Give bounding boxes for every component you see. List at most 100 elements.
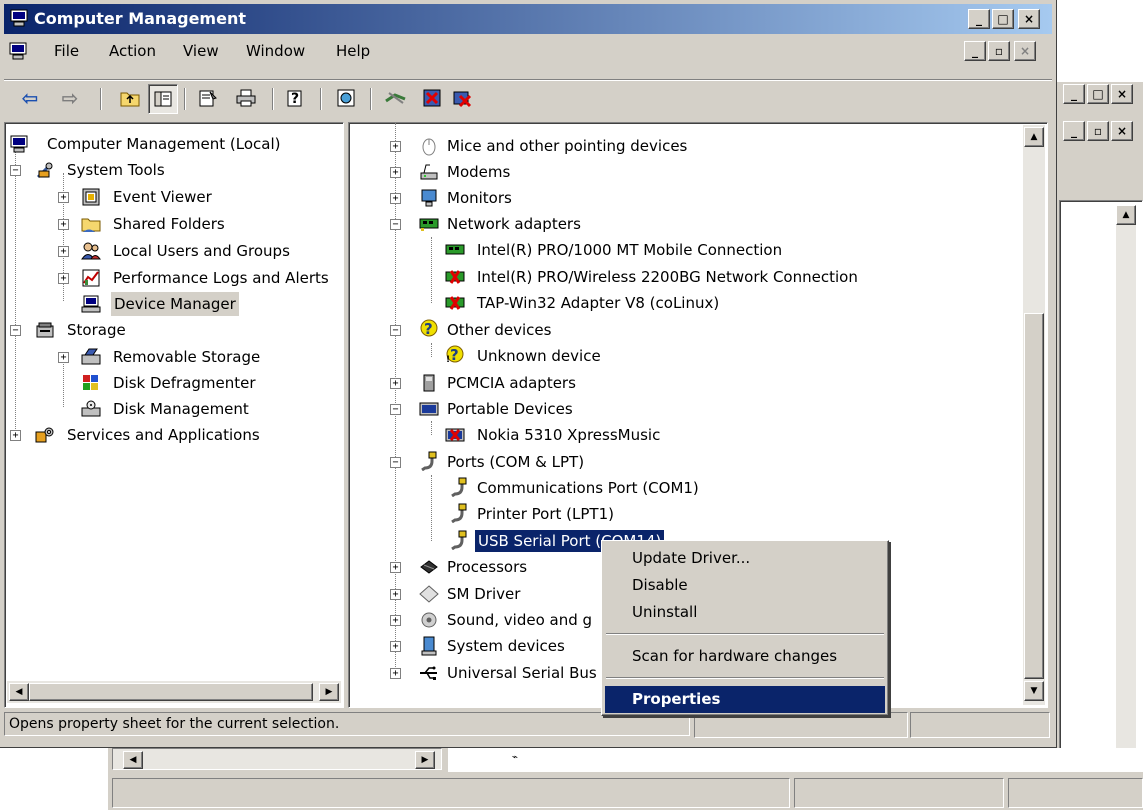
mdi-restore-button[interactable]: ▫ bbox=[988, 41, 1010, 61]
expand-toggle[interactable]: + bbox=[390, 378, 401, 389]
expand-toggle[interactable]: + bbox=[58, 246, 69, 257]
processor-icon bbox=[419, 557, 439, 577]
scroll-thumb[interactable] bbox=[29, 683, 313, 701]
menu-disable[interactable]: Disable bbox=[605, 572, 885, 599]
menu-help[interactable]: Help bbox=[334, 37, 372, 65]
svg-text:?: ? bbox=[291, 91, 299, 107]
mdi-close-button[interactable]: × bbox=[1014, 41, 1036, 61]
collapse-toggle[interactable]: − bbox=[10, 325, 21, 336]
bg-hscroll-right-button[interactable]: ▶ bbox=[415, 751, 435, 769]
scroll-down-button[interactable]: ▼ bbox=[1024, 681, 1044, 701]
bg-scroll-up-button[interactable]: ▲ bbox=[1116, 205, 1136, 225]
show-hide-tree-icon[interactable] bbox=[148, 84, 178, 114]
menu-file[interactable]: File bbox=[52, 37, 81, 65]
bg-mdi-restore-button[interactable]: ▫ bbox=[1087, 121, 1109, 141]
menu-update-driver[interactable]: Update Driver... bbox=[605, 545, 885, 572]
bg-list-pane: ▲ bbox=[1059, 200, 1143, 780]
port-icon bbox=[449, 503, 469, 523]
device-label: Printer Port (LPT1) bbox=[477, 505, 614, 523]
expand-toggle[interactable]: + bbox=[390, 141, 401, 152]
expand-toggle[interactable]: + bbox=[390, 668, 401, 679]
close-button[interactable]: × bbox=[1018, 9, 1040, 29]
bg-status-seg-1 bbox=[112, 778, 790, 808]
disable-icon[interactable] bbox=[418, 84, 446, 112]
expand-toggle[interactable]: + bbox=[58, 192, 69, 203]
tree-line bbox=[431, 237, 433, 303]
minimize-button[interactable]: _ bbox=[968, 9, 990, 29]
network-card-icon bbox=[445, 240, 465, 260]
tree-hscrollbar[interactable]: ◀ ▶ bbox=[7, 681, 341, 703]
device-label: Mice and other pointing devices bbox=[447, 137, 688, 155]
bg-status-seg-2 bbox=[794, 778, 1004, 808]
help-icon[interactable]: ? bbox=[282, 84, 310, 112]
menu-properties[interactable]: Properties bbox=[605, 686, 885, 713]
scroll-thumb[interactable] bbox=[1024, 313, 1044, 679]
expand-toggle[interactable]: + bbox=[58, 273, 69, 284]
collapse-toggle[interactable]: − bbox=[390, 457, 401, 468]
print-icon[interactable] bbox=[232, 84, 260, 112]
scroll-left-button[interactable]: ◀ bbox=[9, 683, 29, 701]
collapse-toggle[interactable]: − bbox=[10, 165, 21, 176]
bg-hscroll-left-button[interactable]: ◀ bbox=[123, 751, 143, 769]
menu-uninstall[interactable]: Uninstall bbox=[605, 599, 885, 626]
monitor-icon bbox=[419, 188, 439, 208]
device-label: Universal Serial Bus bbox=[447, 664, 597, 682]
usb-icon bbox=[419, 663, 439, 683]
collapse-toggle[interactable]: − bbox=[390, 404, 401, 415]
up-icon[interactable] bbox=[116, 84, 144, 112]
expand-toggle[interactable]: + bbox=[58, 219, 69, 230]
unknown-device-icon: ? bbox=[419, 318, 439, 338]
expand-toggle[interactable]: + bbox=[58, 352, 69, 363]
menu-scan[interactable]: Scan for hardware changes bbox=[605, 643, 885, 670]
mdi-minimize-button[interactable]: _ bbox=[964, 41, 986, 61]
sound-icon bbox=[419, 610, 439, 630]
tree-label: Computer Management (Local) bbox=[47, 135, 281, 153]
device-label: SM Driver bbox=[447, 585, 521, 603]
bg-minimize-button[interactable]: _ bbox=[1063, 84, 1085, 104]
menu-view[interactable]: View bbox=[181, 37, 221, 65]
tree-line bbox=[431, 343, 433, 357]
tree-line bbox=[63, 357, 65, 407]
uninstall-icon[interactable] bbox=[448, 84, 476, 112]
bg-scroll-track[interactable] bbox=[1116, 225, 1136, 765]
bg-close-button[interactable]: × bbox=[1111, 84, 1133, 104]
back-icon[interactable]: ⇦ bbox=[16, 84, 44, 112]
device-label: Portable Devices bbox=[447, 400, 573, 418]
computer-icon bbox=[9, 134, 29, 154]
scroll-up-button[interactable]: ▲ bbox=[1024, 127, 1044, 147]
storage-icon bbox=[35, 320, 55, 340]
expand-toggle[interactable]: + bbox=[390, 193, 401, 204]
bg-mdi-minimize-button[interactable]: _ bbox=[1063, 121, 1085, 141]
expand-toggle[interactable]: + bbox=[10, 430, 21, 441]
menu-divider bbox=[4, 79, 1052, 81]
tree-label: Removable Storage bbox=[113, 348, 261, 366]
pcmcia-icon bbox=[419, 373, 439, 393]
device-vscrollbar[interactable]: ▲ ▼ bbox=[1023, 125, 1045, 705]
svg-text:?: ? bbox=[450, 346, 459, 364]
collapse-toggle[interactable]: − bbox=[390, 219, 401, 230]
toolbar-separator bbox=[320, 88, 322, 110]
properties-icon[interactable] bbox=[194, 84, 222, 112]
collapse-toggle[interactable]: − bbox=[390, 325, 401, 336]
forward-icon[interactable]: ⇨ bbox=[56, 84, 84, 112]
expand-toggle[interactable]: + bbox=[390, 615, 401, 626]
menu-window[interactable]: Window bbox=[244, 37, 307, 65]
bg-maximize-button[interactable]: □ bbox=[1087, 84, 1109, 104]
toolbar-separator bbox=[272, 88, 274, 110]
expand-toggle[interactable]: + bbox=[390, 589, 401, 600]
expand-toggle[interactable]: + bbox=[390, 562, 401, 573]
bg-mdi-close-button[interactable]: × bbox=[1111, 121, 1133, 141]
tree-label: Shared Folders bbox=[113, 215, 225, 233]
expand-toggle[interactable]: + bbox=[390, 167, 401, 178]
update-driver-icon[interactable] bbox=[382, 84, 410, 112]
mdi-doc-icon[interactable] bbox=[8, 41, 28, 61]
removable-storage-icon bbox=[81, 347, 101, 367]
scan-icon[interactable] bbox=[332, 84, 360, 112]
title-bar[interactable]: Computer Management _ □ × bbox=[4, 4, 1052, 34]
expand-toggle[interactable]: + bbox=[390, 641, 401, 652]
tree-pane: Computer Management (Local) − System Too… bbox=[4, 122, 344, 708]
scroll-right-button[interactable]: ▶ bbox=[319, 683, 339, 701]
menu-action[interactable]: Action bbox=[107, 37, 158, 65]
port-icon bbox=[419, 451, 439, 471]
maximize-button[interactable]: □ bbox=[992, 9, 1014, 29]
